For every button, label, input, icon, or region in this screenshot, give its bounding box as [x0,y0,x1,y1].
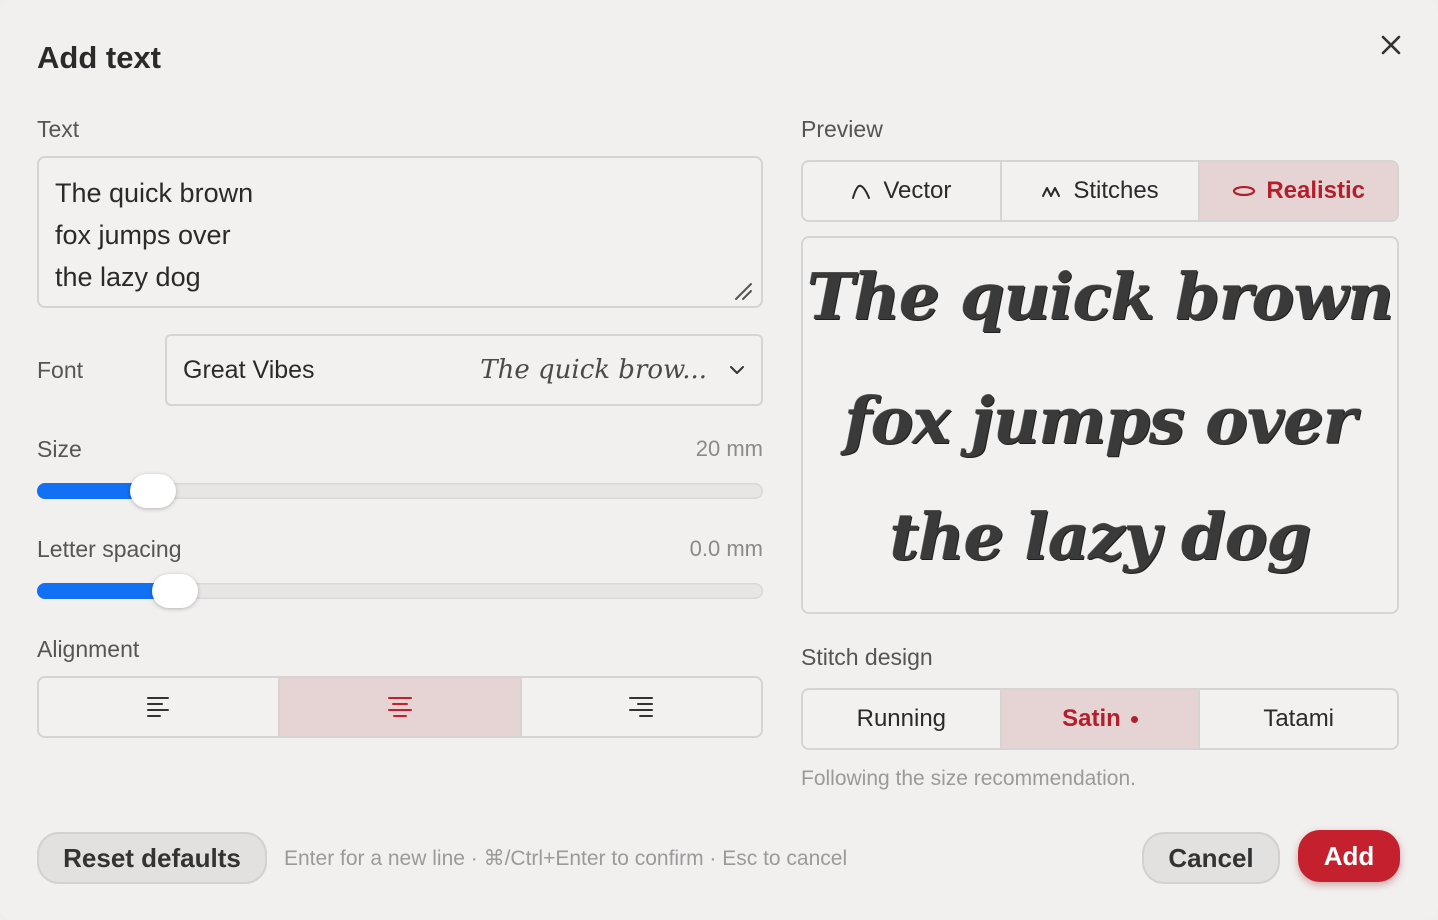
dialog-title: Add text [37,40,161,75]
align-center-icon [387,697,412,717]
size-slider[interactable] [37,474,763,508]
letter-spacing-slider-thumb[interactable] [152,574,198,608]
close-button[interactable] [1376,30,1406,60]
embroidery-preview: The quick brown fox jumps over the lazy … [801,236,1399,614]
letter-spacing-slider[interactable] [37,574,763,608]
size-value: 20 mm [695,436,763,461]
stitch-running-label: Running [856,705,947,732]
stitches-zigzag-icon [1042,187,1061,197]
preview-mode-vector-label: Vector [883,177,952,204]
text-label: Text [37,116,80,142]
stitch-satin-label: Satin [1062,705,1121,732]
stitch-tatami-label: Tatami [1263,705,1335,732]
cancel-button[interactable]: Cancel [1142,832,1280,884]
stitch-tatami-button[interactable]: Tatami [1200,690,1397,748]
text-input[interactable]: The quick brown fox jumps over the lazy … [37,156,763,308]
realistic-thread-icon [1233,185,1256,197]
stitch-running-button[interactable]: Running [803,690,1002,748]
align-center-button[interactable] [280,678,522,736]
preview-line-1: The quick brown [806,260,1394,335]
font-label: Font [37,357,84,383]
align-right-icon [629,697,654,717]
stitch-design-segmented-control: Running Satin Tatami [801,688,1399,750]
recommended-dot [1130,715,1138,723]
align-right-button[interactable] [522,678,761,736]
alignment-segmented-control [37,676,763,738]
preview-line-3: the lazy dog [889,500,1312,575]
preview-label: Preview [801,116,883,142]
preview-mode-realistic[interactable]: Realistic [1200,162,1397,220]
font-select[interactable]: Great Vibes The quick brow... [165,334,763,406]
letter-spacing-label: Letter spacing [37,536,182,562]
preview-mode-stitches[interactable]: Stitches [1002,162,1201,220]
resize-handle-icon[interactable] [733,281,753,301]
chevron-down-icon [730,366,744,374]
stitch-design-label: Stitch design [801,644,933,670]
preview-mode-stitches-label: Stitches [1073,177,1159,204]
size-label: Size [37,436,82,462]
align-left-button[interactable] [39,678,281,736]
font-sample-preview: The quick brow... [480,355,707,385]
stitch-design-note: Following the size recommendation. [801,767,1136,790]
vector-curve-icon [852,184,871,199]
font-selected-value: Great Vibes [183,355,315,384]
add-text-dialog: Add text Text The quick brown fox jumps … [0,0,1438,920]
preview-mode-vector[interactable]: Vector [803,162,1002,220]
alignment-label: Alignment [37,636,140,662]
add-button[interactable]: Add [1298,830,1400,882]
size-slider-thumb[interactable] [130,474,176,508]
stitch-satin-button[interactable]: Satin [1001,690,1201,748]
align-left-icon [146,697,169,717]
preview-line-2: fox jumps over [844,384,1356,459]
keyboard-hint: Enter for a new line · ⌘/Ctrl+Enter to c… [284,847,848,870]
reset-defaults-button[interactable]: Reset defaults [37,832,267,884]
letter-spacing-value: 0.0 mm [689,536,763,561]
close-icon [1381,35,1401,55]
preview-mode-realistic-label: Realistic [1266,177,1366,204]
preview-mode-segmented-control: Vector Stitches Realistic [801,160,1399,222]
